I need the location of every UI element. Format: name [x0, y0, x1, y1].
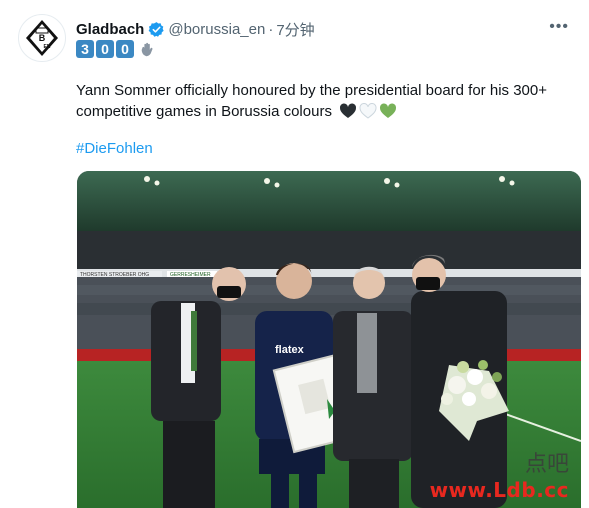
display-name-emoji: 3 0 0	[76, 40, 157, 58]
ad-board-top: THORSTEN STROEBER OHG GERRESHEIMER	[77, 271, 217, 278]
tweet-body: Yann Sommer officially honoured by the p…	[76, 82, 547, 120]
jersey-sponsor: flatex	[275, 344, 305, 356]
watermark: 点吧 www.Ldb.cc	[430, 446, 569, 502]
more-options-icon[interactable]: •••	[549, 18, 569, 36]
white-heart-icon	[359, 103, 377, 119]
author-name[interactable]: Gladbach	[76, 21, 144, 38]
borussia-logo-icon: B EN	[26, 20, 58, 56]
keycap-0-icon: 0	[96, 40, 114, 58]
black-heart-icon	[340, 103, 357, 118]
separator-dot: ·	[268, 20, 274, 38]
author-handle[interactable]: @borussia_en	[168, 21, 265, 38]
heart-emojis	[339, 103, 397, 119]
svg-text:EN: EN	[44, 44, 51, 50]
author-avatar[interactable]: B EN	[18, 14, 66, 62]
tweet-timestamp[interactable]: 7分钟	[276, 19, 314, 40]
svg-text:B: B	[39, 33, 46, 43]
watermark-text: 点吧	[524, 452, 569, 477]
hashtag-link[interactable]: #DieFohlen	[76, 140, 153, 157]
tweet-text: Yann Sommer officially honoured by the p…	[76, 80, 566, 122]
tweet-photo[interactable]: THORSTEN STROEBER OHG GERRESHEIMER flate…	[77, 171, 581, 508]
tweet-header: Gladbach @borussia_en · 7分钟 •••	[76, 18, 569, 40]
keycap-0-icon: 0	[116, 40, 134, 58]
verified-badge-icon	[148, 21, 165, 37]
waving-hand-icon	[141, 42, 153, 57]
keycap-3-icon: 3	[76, 40, 94, 58]
watermark-url: www.Ldb.cc	[429, 478, 569, 502]
green-heart-icon	[380, 103, 397, 118]
